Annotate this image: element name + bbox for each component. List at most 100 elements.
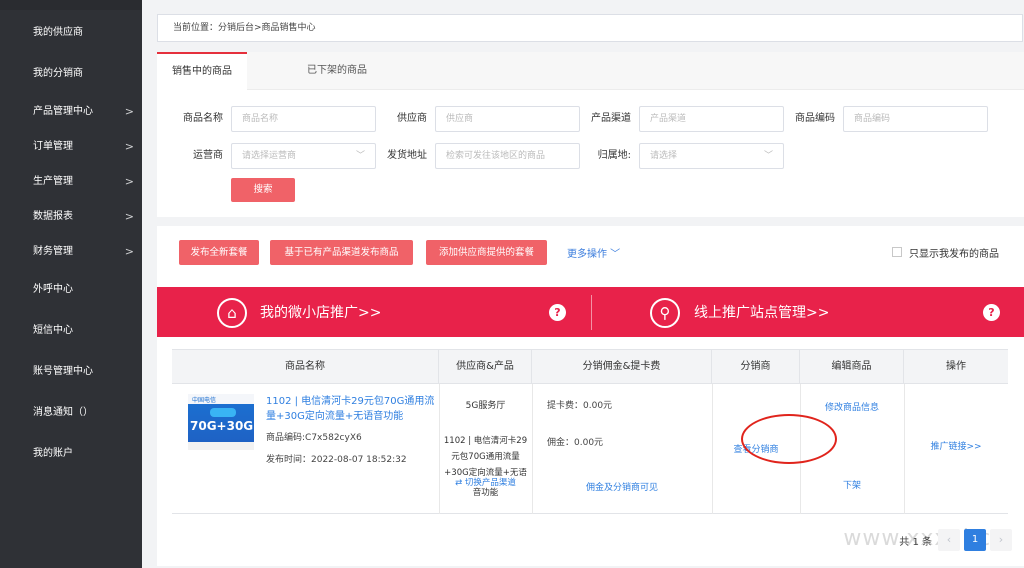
sidebar-item-label: 数据报表 bbox=[33, 211, 73, 222]
more-operations-dropdown[interactable]: 更多操作 ﹀ bbox=[567, 245, 620, 260]
sidebar-item-orders[interactable]: 订单管理 > bbox=[0, 132, 142, 162]
thumbnail-headline: 70G+30G bbox=[190, 419, 254, 433]
supplier-name: 5G服务厅 bbox=[465, 401, 506, 411]
product-code: 商品编码:C7x582cyX6 bbox=[266, 433, 362, 443]
sidebar-item-my-account[interactable]: 我的账户 bbox=[0, 439, 142, 469]
sidebar-item-sms[interactable]: 短信中心 bbox=[0, 316, 142, 346]
region-select-value: 请选择 bbox=[650, 151, 678, 161]
banner-divider bbox=[591, 295, 592, 330]
tab-unlisted[interactable]: 已下架的商品 bbox=[297, 52, 377, 90]
tab-on-sale[interactable]: 销售中的商品 bbox=[157, 52, 247, 90]
product-thumbnail[interactable]: 中国电信 70G+30G bbox=[188, 394, 254, 450]
supplier-product-line: 1102 | 电信清河卡29 bbox=[443, 436, 528, 446]
sidebar-item-label: 短信中心 bbox=[33, 325, 73, 336]
sidebar-item-reports[interactable]: 数据报表 > bbox=[0, 202, 142, 232]
search-button[interactable]: 搜索 bbox=[231, 178, 295, 202]
publish-time: 发布时间：2022-08-07 18:52:32 bbox=[266, 455, 407, 465]
micro-shop-promo-link[interactable]: 我的微小店推广>> bbox=[260, 302, 381, 322]
chevron-right-icon: > bbox=[124, 245, 134, 258]
sidebar-top-strip bbox=[0, 0, 142, 10]
carrier-logo: 中国电信 bbox=[192, 397, 217, 404]
card-fee: 提卡费：0.00元 bbox=[547, 401, 613, 411]
product-name-input[interactable]: 商品名称 bbox=[231, 106, 376, 132]
code-label: 商品编码 bbox=[795, 113, 835, 124]
breadcrumb: 当前位置：分销后台>商品销售中心 bbox=[157, 14, 1023, 42]
pagination: 共 1 条 ‹ 1 › bbox=[822, 529, 1012, 551]
table-header: 商品名称 供应商&产品 分销佣金&提卡费 分销商 编辑商品 操作 bbox=[172, 349, 1008, 384]
sidebar-item-label: 我的分销商 bbox=[33, 68, 83, 79]
switch-channel-link[interactable]: ⇄ 切换产品渠道 bbox=[439, 476, 532, 488]
publish-new-package-button[interactable]: 发布全新套餐 bbox=[179, 240, 259, 265]
next-page-button[interactable]: › bbox=[990, 529, 1012, 551]
publish-from-channel-button[interactable]: 基于已有产品渠道发布商品 bbox=[270, 240, 413, 265]
column-header-commission: 分销佣金&提卡费 bbox=[532, 350, 712, 383]
product-list-card: 发布全新套餐 基于已有产品渠道发布商品 添加供应商提供的套餐 更多操作 ﹀ 只显… bbox=[157, 226, 1024, 566]
promo-link[interactable]: 推广链接>> bbox=[904, 439, 1008, 452]
sidebar-item-label: 消息通知（） bbox=[33, 407, 93, 418]
highlight-circle bbox=[741, 414, 837, 464]
chevron-down-icon: ﹀ bbox=[763, 151, 773, 161]
column-divider bbox=[532, 384, 533, 514]
online-site-management-link[interactable]: 线上推广站点管理>> bbox=[694, 302, 829, 322]
only-mine-label: 只显示我发布的商品 bbox=[909, 249, 999, 260]
chevron-right-icon: > bbox=[124, 175, 134, 188]
sidebar-item-label: 外呼中心 bbox=[33, 284, 73, 295]
region-select[interactable]: 请选择 ﹀ bbox=[639, 143, 784, 169]
sidebar-item-distributors[interactable]: 我的分销商 bbox=[0, 59, 142, 89]
sidebar-item-notifications[interactable]: 消息通知（） bbox=[0, 398, 142, 428]
column-header-edit: 编辑商品 bbox=[800, 350, 904, 383]
operator-select-value: 请选择运营商 bbox=[242, 151, 297, 161]
column-header-product-name: 商品名称 bbox=[172, 350, 439, 383]
column-header-supplier-product: 供应商&产品 bbox=[439, 350, 532, 383]
chevron-right-icon: > bbox=[124, 140, 134, 153]
ship-address-input[interactable]: 检索可发往该地区的商品 bbox=[435, 143, 580, 169]
edit-product-link[interactable]: 修改商品信息 bbox=[800, 400, 904, 413]
operator-select[interactable]: 请选择运营商 ﹀ bbox=[231, 143, 376, 169]
sidebar-item-label: 我的账户 bbox=[33, 448, 73, 459]
sidebar-item-finance[interactable]: 财务管理 > bbox=[0, 237, 142, 267]
commission: 佣金：0.00元 bbox=[547, 438, 604, 448]
help-icon[interactable]: ? bbox=[549, 304, 566, 321]
unlist-link[interactable]: 下架 bbox=[800, 478, 904, 491]
chevron-right-icon: > bbox=[124, 105, 134, 118]
sidebar-item-label: 财务管理 bbox=[33, 246, 73, 257]
supplier-label: 供应商 bbox=[397, 113, 427, 124]
sidebar-item-label: 生产管理 bbox=[33, 176, 73, 187]
sidebar-item-label: 账号管理中心 bbox=[33, 366, 93, 377]
sidebar: 我的供应商 我的分销商 产品管理中心 > 订单管理 > 生产管理 > 数据报表 > 财务… bbox=[0, 0, 142, 568]
sidebar-item-outbound-calls[interactable]: 外呼中心 bbox=[0, 275, 142, 305]
shop-icon: ⌂ bbox=[217, 298, 247, 328]
region-label: 归属地: bbox=[597, 150, 631, 161]
promo-banner: ⌂ 我的微小店推广>> ? ⚲ 线上推广站点管理>> ? bbox=[157, 287, 1024, 337]
current-page-button[interactable]: 1 bbox=[964, 529, 986, 551]
sidebar-item-production[interactable]: 生产管理 > bbox=[0, 167, 142, 197]
commission-visibility-link[interactable]: 佣金及分销商可见 bbox=[532, 480, 712, 493]
sidebar-item-suppliers[interactable]: 我的供应商 bbox=[0, 18, 142, 48]
sidebar-item-accounts[interactable]: 账号管理中心 bbox=[0, 357, 142, 387]
help-icon[interactable]: ? bbox=[983, 304, 1000, 321]
column-header-distributor: 分销商 bbox=[712, 350, 800, 383]
chevron-right-icon: > bbox=[124, 210, 134, 223]
tab-bar: 销售中的商品 已下架的商品 bbox=[157, 52, 1024, 90]
supplier-input[interactable]: 供应商 bbox=[435, 106, 580, 132]
table-row: 中国电信 70G+30G 1102 | 电信清河卡29元包70G通用流量+30G… bbox=[172, 384, 1008, 514]
column-header-actions: 操作 bbox=[946, 361, 966, 372]
pagination-total: 共 1 条 bbox=[899, 537, 932, 548]
code-input[interactable]: 商品编码 bbox=[843, 106, 988, 132]
location-icon: ⚲ bbox=[650, 298, 680, 328]
filter-card: 销售中的商品 已下架的商品 商品名称 商品名称 供应商 供应商 产品渠道 产品渠… bbox=[157, 52, 1024, 217]
only-mine-checkbox[interactable] bbox=[892, 247, 902, 257]
channel-label: 产品渠道 bbox=[591, 113, 631, 124]
chevron-down-icon: ﹀ bbox=[355, 151, 365, 161]
thumbnail-stripe bbox=[188, 442, 254, 450]
sidebar-item-product-center[interactable]: 产品管理中心 > bbox=[0, 97, 142, 127]
channel-input[interactable]: 产品渠道 bbox=[639, 106, 784, 132]
prev-page-button[interactable]: ‹ bbox=[938, 529, 960, 551]
supplier-product-line: 元包70G通用流量 bbox=[451, 452, 520, 462]
add-supplier-package-button[interactable]: 添加供应商提供的套餐 bbox=[426, 240, 547, 265]
sidebar-item-label: 我的供应商 bbox=[33, 27, 83, 38]
product-title-link[interactable]: 1102 | 电信清河卡29元包70G通用流量+30G定向流量+无语音功能 bbox=[266, 394, 438, 424]
operator-label: 运营商 bbox=[193, 150, 223, 161]
ship-address-label: 发货地址 bbox=[387, 150, 427, 161]
sidebar-item-label: 产品管理中心 bbox=[33, 106, 93, 117]
